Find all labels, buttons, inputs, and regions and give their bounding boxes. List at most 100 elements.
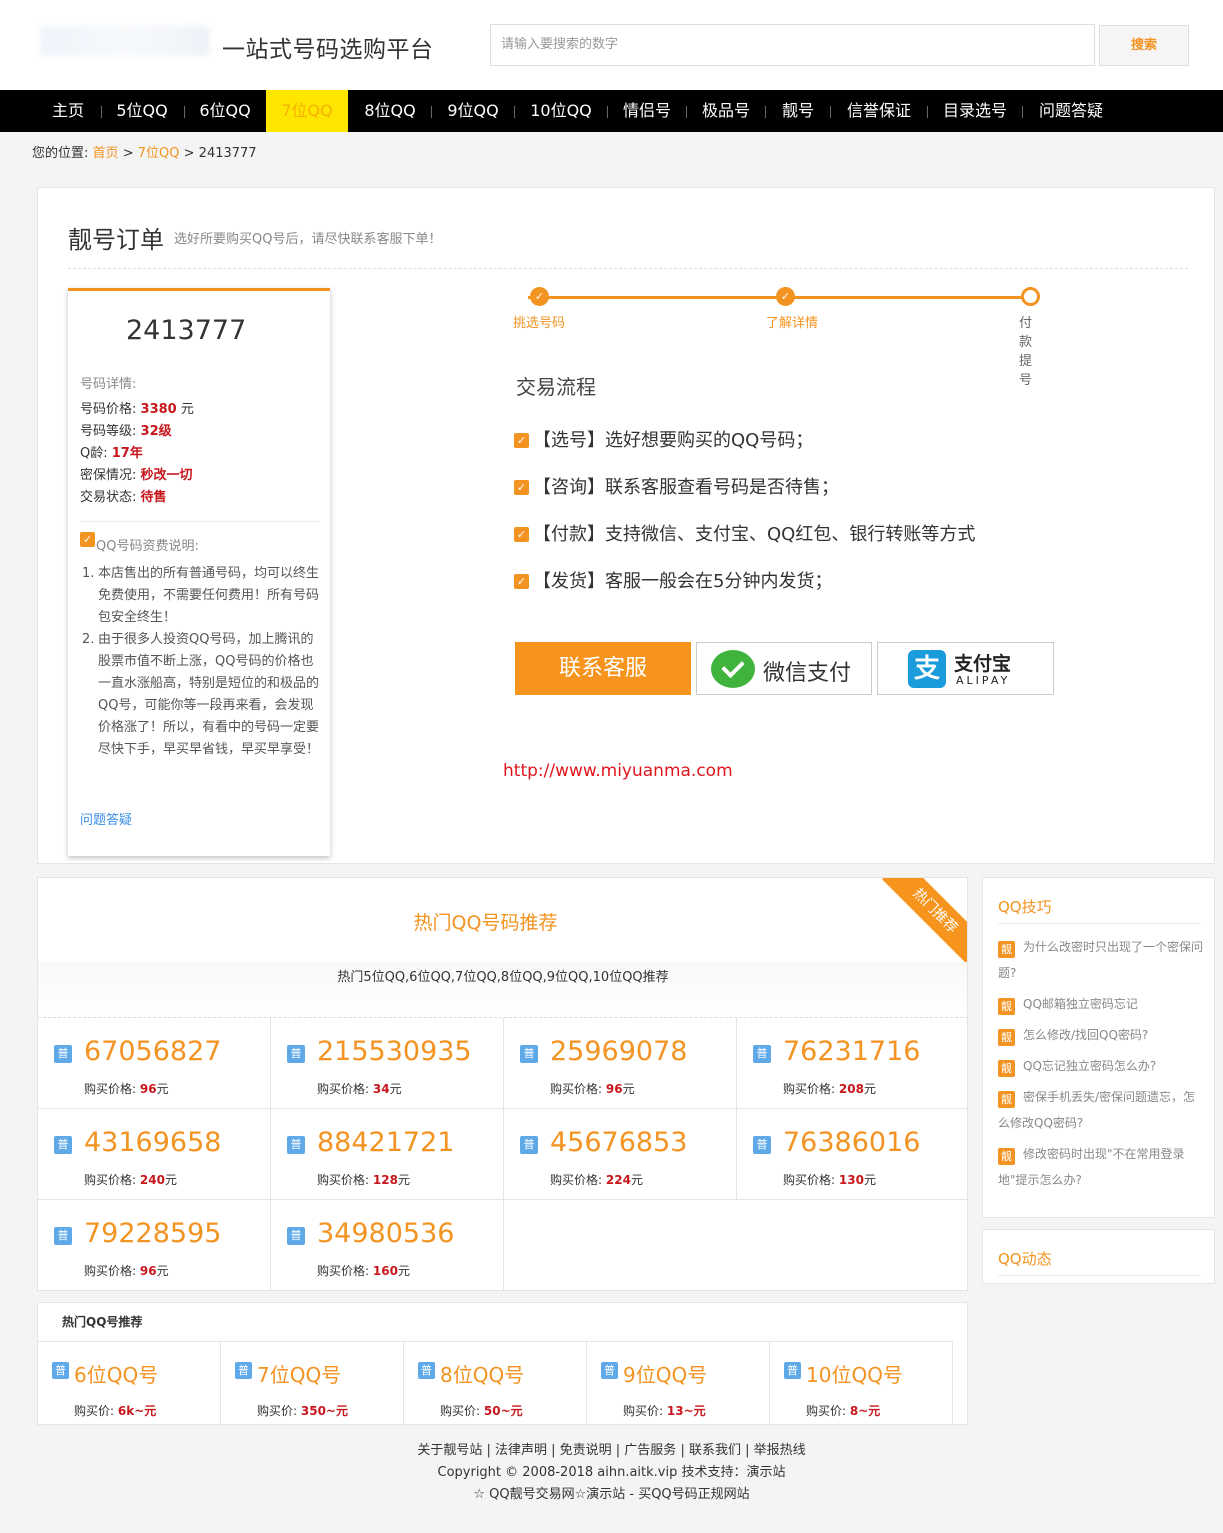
tip-link[interactable]: 靓修改密码时出现"不在常用登录地"提示怎么办? — [998, 1141, 1203, 1193]
step-label: 了解详情 — [766, 316, 819, 331]
news-sidebar: QQ动态 — [982, 1229, 1215, 1284]
footer-links[interactable]: 关于靓号站 | 法律声明 | 免责说明 | 广告服务 | 联系我们 | 举报热线 — [0, 1440, 1223, 1462]
nav-item-credit[interactable]: 信誉保证 — [834, 90, 924, 132]
category-item[interactable]: 普 9位QQ号购买价: 13~元 — [587, 1341, 770, 1426]
search-input[interactable]: 请输入要搜索的数字 — [490, 24, 1095, 66]
nav-item-6qq[interactable]: 6位QQ — [188, 90, 262, 132]
hot-number[interactable]: 76231716 — [783, 1036, 920, 1067]
category-item[interactable]: 普 7位QQ号 购买价: 350~元 — [221, 1341, 404, 1426]
category-price: 购买价: 13~元 — [623, 1404, 706, 1418]
step-pending-icon — [1021, 287, 1040, 306]
site-url[interactable]: http://www.miyuanma.com — [503, 761, 733, 781]
hot-number-item[interactable]: 普 215530935 购买价格: 34元 — [271, 1018, 504, 1109]
normal-badge-icon: 普 — [601, 1362, 618, 1379]
nav-item-catalog[interactable]: 目录选号 — [931, 90, 1019, 132]
hot-number[interactable]: 25969078 — [550, 1036, 687, 1067]
hot-subtitle: 热门5位QQ,6位QQ,7位QQ,8位QQ,9位QQ,10位QQ推荐 — [38, 962, 967, 1018]
nav-item-10qq[interactable]: 10位QQ — [518, 90, 604, 132]
alipay-button[interactable]: 支 支付宝 ALIPAY — [877, 642, 1054, 695]
hot-number[interactable]: 79228595 — [84, 1218, 221, 1249]
checkbox-icon: ✓ — [514, 433, 529, 448]
nav-item-home[interactable]: 主页 — [38, 90, 98, 132]
hot-number[interactable]: 45676853 — [550, 1127, 687, 1158]
checkbox-icon: ✓ — [80, 532, 95, 547]
tip-link[interactable]: 靓密保手机丢失/密保问题遗忘，怎么修改QQ密码? — [998, 1084, 1203, 1136]
hot-number-item[interactable]: 普 76386016 购买价格: 130元 — [737, 1109, 967, 1200]
nav-item-couple[interactable]: 情侣号 — [611, 90, 683, 132]
nav-item-faq[interactable]: 问题答疑 — [1026, 90, 1116, 132]
hot-number-item[interactable]: 普 76231716 购买价格: 208元 — [737, 1018, 967, 1109]
hot-number[interactable]: 43169658 — [84, 1127, 221, 1158]
hot-number-item[interactable]: 普 67056827 购买价格: 96元 — [38, 1018, 271, 1109]
nav-item-pretty[interactable]: 靓号 — [769, 90, 827, 132]
category-name[interactable]: 9位QQ号 — [623, 1359, 707, 1388]
detail-status: 交易状态: 待售 — [80, 490, 167, 505]
order-title: 靓号订单 — [68, 226, 164, 254]
hot-number-item[interactable]: 普 45676853 购买价格: 224元 — [504, 1109, 737, 1200]
category-item[interactable]: 普 10位QQ号 购买价: 8~元 — [770, 1341, 953, 1426]
nav-item-premium[interactable]: 极品号 — [690, 90, 762, 132]
faq-link[interactable]: 问题答疑 — [80, 809, 132, 828]
nav-item-5qq[interactable]: 5位QQ — [104, 90, 180, 132]
news-title[interactable]: QQ动态 — [998, 1248, 1052, 1269]
category-price: 购买价: 50~元 — [440, 1404, 523, 1418]
hot-number[interactable]: 67056827 — [84, 1036, 221, 1067]
category-panel: 热门QQ号推荐 普 6位QQ号 购买价: 6k~元普 7位QQ号 购买价: 350~元普… — [37, 1302, 968, 1426]
hot-number-item[interactable]: 普 79228595 购买价格: 96元 — [38, 1200, 271, 1290]
qq-number: 2413777 — [126, 315, 247, 346]
hot-number-item[interactable]: 普 88421721 购买价格: 128元 — [271, 1109, 504, 1200]
category-name[interactable]: 8位QQ号 — [440, 1359, 524, 1388]
normal-badge-icon: 普 — [784, 1362, 801, 1379]
breadcrumb-current: 2413777 — [198, 146, 257, 161]
contact-service-button[interactable]: 联系客服 — [515, 642, 691, 695]
normal-badge-icon: 普 — [54, 1045, 72, 1063]
footer-copyright: Copyright © 2008-2018 aihn.aitk.vip 技术支持… — [437, 1465, 786, 1480]
nav-item-8qq[interactable]: 8位QQ — [352, 90, 428, 132]
hot-price: 购买价格: 128元 — [317, 1173, 410, 1187]
normal-badge-icon: 普 — [418, 1362, 435, 1379]
hot-title: 热门QQ号码推荐 — [413, 912, 558, 934]
hot-price: 购买价格: 96元 — [550, 1082, 635, 1096]
tip-link[interactable]: 靓怎么修改/找回QQ密码? — [998, 1022, 1203, 1048]
hot-number-item[interactable]: 普 25969078 购买价格: 96元 — [504, 1018, 737, 1109]
normal-badge-icon: 普 — [54, 1136, 72, 1154]
normal-badge-icon: 普 — [753, 1136, 771, 1154]
hot-number[interactable]: 88421721 — [317, 1127, 454, 1158]
site-logo[interactable] — [40, 26, 210, 56]
flow-item: ✓ 【发货】客服一般会在5分钟内发货； — [514, 567, 832, 593]
tips-title[interactable]: QQ技巧 — [998, 896, 1052, 917]
breadcrumb-category[interactable]: 7位QQ — [138, 146, 180, 161]
wechat-pay-button[interactable]: 微信支付 — [696, 642, 872, 695]
normal-badge-icon: 普 — [287, 1136, 305, 1154]
step-label: 付款提号 — [1019, 316, 1033, 388]
category-item[interactable]: 普 6位QQ号 购买价: 6k~元 — [38, 1341, 221, 1426]
flow-item: ✓ 【选号】选好想要购买的QQ号码； — [514, 426, 813, 452]
step-done-icon: ✓ — [776, 287, 795, 306]
nav-item-7qq[interactable]: 7位QQ — [266, 90, 348, 132]
category-price: 购买价: 6k~元 — [74, 1404, 157, 1418]
hot-number-item[interactable]: 普 34980536 购买价格: 160元 — [271, 1200, 504, 1290]
category-name[interactable]: 7位QQ号 — [257, 1359, 341, 1388]
footer-tagline: ☆ QQ靓号交易网☆演示站 - 买QQ号码正规网站 — [473, 1487, 750, 1502]
tip-link[interactable]: 靓 QQ忘记独立密码怎么办? — [998, 1053, 1203, 1079]
detail-price: 号码价格: 3380 元 — [80, 402, 194, 417]
detail-list: 号码价格: 3380 元 号码等级: 32级 Q龄: 17年 密保情况: 秒改一… — [80, 399, 194, 509]
nav-item-9qq[interactable]: 9位QQ — [435, 90, 511, 132]
hot-price: 购买价格: 96元 — [84, 1264, 169, 1278]
category-item[interactable]: 普 8位QQ号购买价: 50~元 — [404, 1341, 587, 1426]
hot-number[interactable]: 34980536 — [317, 1218, 454, 1249]
fee-item: 1. 本店售出的所有普通号码，均可以终生免费使用，不需要任何费用！所有号码包安全终… — [82, 566, 320, 625]
category-name[interactable]: 6位QQ号 — [74, 1359, 158, 1388]
alipay-icon: 支 — [908, 650, 946, 688]
category-name[interactable]: 10位QQ号 — [806, 1359, 903, 1388]
detail-heading: 号码详情: — [80, 377, 137, 392]
breadcrumb: 您的位置: 首页 > 7位QQ > 2413777 — [32, 146, 257, 161]
hot-number-item[interactable]: 普 43169658 购买价格: 240元 — [38, 1109, 271, 1200]
tip-link[interactable]: 靓为什么改密时只出现了一个密保问题? — [998, 934, 1203, 986]
search-button[interactable]: 搜索 — [1099, 25, 1189, 66]
breadcrumb-home[interactable]: 首页 — [93, 146, 119, 161]
hot-number[interactable]: 215530935 — [317, 1036, 472, 1067]
tip-link[interactable]: 靓 QQ邮箱独立密码忘记 — [998, 991, 1203, 1017]
hot-price: 购买价格: 34元 — [317, 1082, 402, 1096]
hot-number[interactable]: 76386016 — [783, 1127, 920, 1158]
